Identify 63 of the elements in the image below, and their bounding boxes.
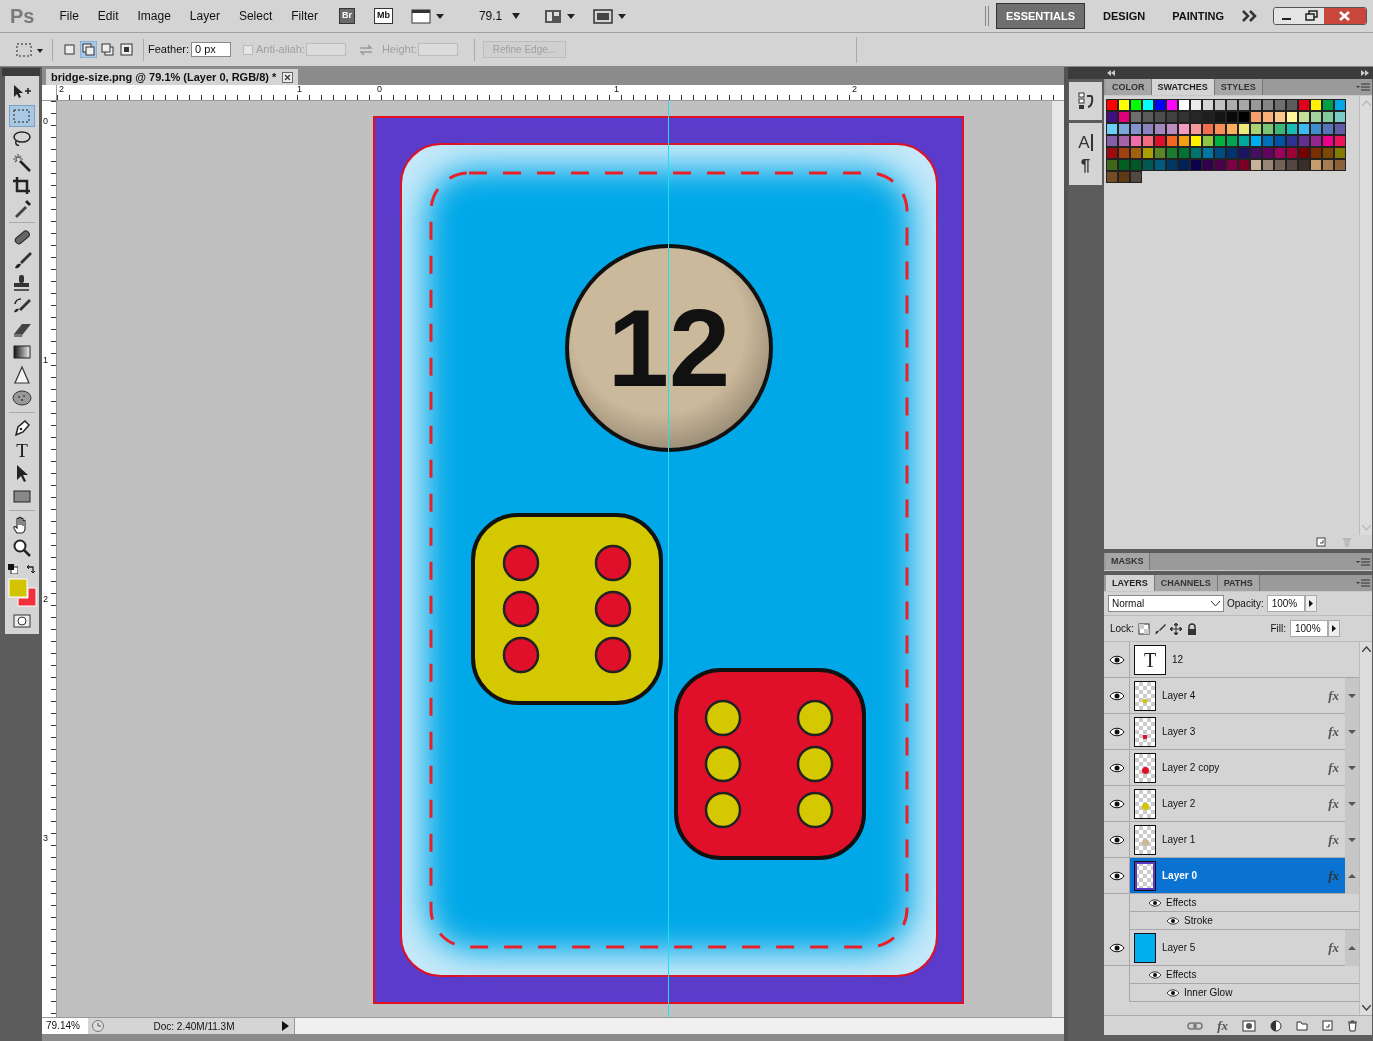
opacity-label: Opacity: <box>1227 597 1264 611</box>
ruler-label: 1 <box>613 85 620 94</box>
feather-label: Feather: <box>148 42 189 58</box>
workspace-tab[interactable]: DESIGN <box>1094 3 1155 29</box>
ruler-label: 2 <box>43 595 48 604</box>
ruler-label: 1 <box>296 85 303 94</box>
feather-field[interactable]: 0 px <box>190 42 231 57</box>
menu-item[interactable]: Edit <box>89 5 127 27</box>
menu-item[interactable]: File <box>51 5 87 27</box>
ruler-label: 0 <box>376 85 383 94</box>
panel-tab[interactable]: CHANNELS <box>1154 575 1218 591</box>
fx-label: fx <box>1328 686 1339 705</box>
opacity-field[interactable]: 100% <box>1266 595 1305 612</box>
layer-row[interactable]: Layer 2 fx <box>1130 786 1359 821</box>
workspace-tab[interactable]: ESSENTIALS <box>996 2 1086 30</box>
layer-row[interactable]: Layer 3 fx <box>1130 714 1359 749</box>
workspace-tab[interactable]: PAINTING <box>1163 3 1233 29</box>
app-logo: Ps <box>10 4 35 29</box>
panel-tab[interactable]: COLOR <box>1106 79 1152 95</box>
menu-item[interactable]: Filter <box>283 5 326 27</box>
ruler-label: 2 <box>58 85 65 94</box>
menu-item[interactable]: Layer <box>181 5 228 27</box>
fill-field[interactable]: 100% <box>1290 620 1328 637</box>
type-tool[interactable]: T <box>16 440 28 460</box>
panel-tab[interactable]: MASKS <box>1106 553 1150 570</box>
layer-row[interactable]: Layer 5 fx <box>1130 930 1359 965</box>
fx-label: fx <box>1328 758 1339 777</box>
paragraph-panel-button[interactable]: ¶ <box>1080 157 1091 174</box>
lock-label: Lock: <box>1110 622 1134 636</box>
effect-label[interactable]: Effects <box>1166 967 1197 982</box>
menu-item[interactable]: Image <box>129 5 179 27</box>
zoom-field[interactable]: 79.14% <box>42 1018 88 1034</box>
ruler-label: 3 <box>43 834 48 843</box>
fx-label: fx <box>1328 830 1339 849</box>
bridge-button[interactable]: Br <box>338 8 355 24</box>
layer-row[interactable]: Layer 0 fx <box>1130 858 1359 893</box>
menu-item[interactable]: Select <box>230 5 281 27</box>
zoom-level[interactable]: 79.1 <box>478 7 503 25</box>
effect-label[interactable]: Stroke <box>1184 913 1213 928</box>
ruler-label: 2 <box>851 85 858 94</box>
ruler-label: 0 <box>43 117 48 126</box>
fx-label: fx <box>1328 794 1339 813</box>
layer-row[interactable]: T 12 <box>1130 642 1359 677</box>
fill-label: Fill: <box>1270 622 1286 636</box>
mini-bridge-button[interactable]: Mb <box>373 8 393 24</box>
fx-label: fx <box>1328 938 1339 957</box>
effect-label[interactable]: Inner Glow <box>1184 985 1233 1000</box>
fx-button[interactable]: fx <box>1217 1015 1228 1036</box>
panel-tab[interactable]: SWATCHES <box>1151 79 1215 95</box>
character-panel-button[interactable]: A <box>1078 134 1093 151</box>
panel-tab[interactable]: PATHS <box>1217 575 1260 591</box>
blend-mode-dropdown[interactable]: Normal <box>1108 595 1224 612</box>
panel-tab[interactable]: LAYERS <box>1106 575 1155 591</box>
fx-label: fx <box>1328 866 1339 885</box>
document-size: Doc: 2.40M/11.3M <box>152 1019 236 1034</box>
effect-label[interactable]: Effects <box>1166 895 1197 910</box>
fx-label: fx <box>1328 722 1339 741</box>
layer-row[interactable]: Layer 2 copy fx <box>1130 750 1359 785</box>
layer-row[interactable]: Layer 1 fx <box>1130 822 1359 857</box>
layer-row[interactable]: Layer 4 fx <box>1130 678 1359 713</box>
panel-tab[interactable]: STYLES <box>1214 79 1263 95</box>
ruler-label: 1 <box>43 356 48 365</box>
text-layer-thumbnail: T <box>1134 644 1166 675</box>
